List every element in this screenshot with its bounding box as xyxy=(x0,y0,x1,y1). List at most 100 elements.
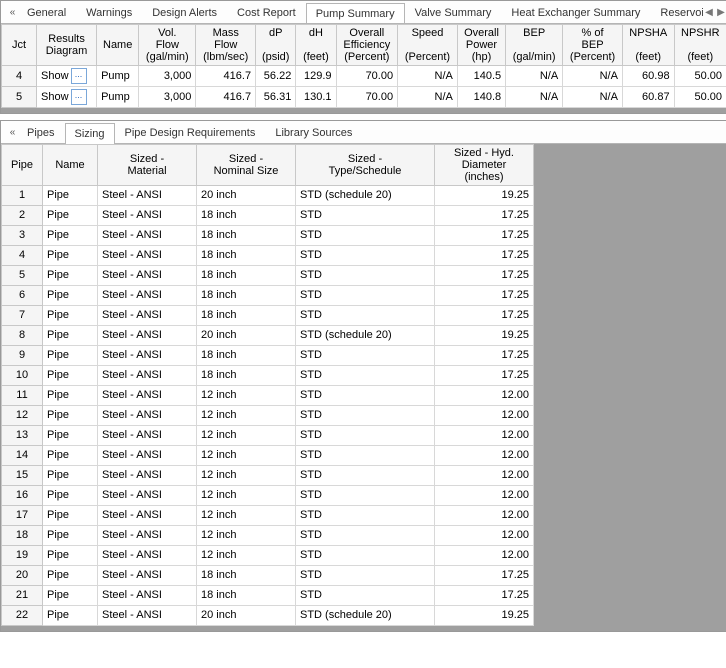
cell-id[interactable]: 21 xyxy=(2,586,43,606)
sizing-row[interactable]: 3PipeSteel - ANSI18 inchSTD17.25 xyxy=(2,226,534,246)
cell-id[interactable]: 19 xyxy=(2,546,43,566)
row-header[interactable]: 4 xyxy=(2,66,37,87)
pump-row[interactable]: 5Show...Pump3,000416.756.31130.170.00N/A… xyxy=(2,87,726,108)
tab-warnings[interactable]: Warnings xyxy=(76,2,142,23)
cell-sch: STD xyxy=(296,466,435,486)
pump-col-header[interactable]: BEP (gal/min) xyxy=(506,25,563,66)
tab-scroll-right-icon[interactable]: ▶ xyxy=(715,7,726,18)
sizing-row[interactable]: 18PipeSteel - ANSI12 inchSTD12.00 xyxy=(2,526,534,546)
sizing-col-header[interactable]: Sized - Nominal Size xyxy=(197,145,296,186)
cell-id[interactable]: 5 xyxy=(2,266,43,286)
tab-library-sources[interactable]: Library Sources xyxy=(265,122,362,143)
cell-id[interactable]: 7 xyxy=(2,306,43,326)
cell-id[interactable]: 3 xyxy=(2,226,43,246)
tab-pipes[interactable]: Pipes xyxy=(17,122,65,143)
cell-mat: Steel - ANSI xyxy=(98,506,197,526)
cell-mat: Steel - ANSI xyxy=(98,326,197,346)
cell-id[interactable]: 22 xyxy=(2,606,43,626)
cell-id[interactable]: 1 xyxy=(2,186,43,206)
cell-id[interactable]: 20 xyxy=(2,566,43,586)
pump-col-header[interactable]: Overall Efficiency (Percent) xyxy=(336,25,398,66)
tab-valve-summary[interactable]: Valve Summary xyxy=(405,2,502,23)
pump-col-header[interactable]: NPSHA (feet) xyxy=(622,25,674,66)
pump-col-header[interactable]: Speed (Percent) xyxy=(398,25,458,66)
cell-id[interactable]: 18 xyxy=(2,526,43,546)
pump-row[interactable]: 4Show...Pump3,000416.756.22129.970.00N/A… xyxy=(2,66,726,87)
sizing-row[interactable]: 14PipeSteel - ANSI12 inchSTD12.00 xyxy=(2,446,534,466)
panel-resize-bar[interactable] xyxy=(1,108,726,113)
sizing-row[interactable]: 15PipeSteel - ANSI12 inchSTD12.00 xyxy=(2,466,534,486)
cell-name: Pipe xyxy=(43,466,98,486)
tab-general[interactable]: General xyxy=(17,2,76,23)
sizing-row[interactable]: 10PipeSteel - ANSI18 inchSTD17.25 xyxy=(2,366,534,386)
cell-id[interactable]: 16 xyxy=(2,486,43,506)
cell-id[interactable]: 12 xyxy=(2,406,43,426)
sizing-col-header[interactable]: Sized - Hyd. Diameter (inches) xyxy=(435,145,534,186)
cell-id[interactable]: 2 xyxy=(2,206,43,226)
tab-design-alerts[interactable]: Design Alerts xyxy=(142,2,227,23)
cell-name: Pump xyxy=(97,66,139,87)
sizing-row[interactable]: 1PipeSteel - ANSI20 inchSTD (schedule 20… xyxy=(2,186,534,206)
pump-col-header[interactable]: Name xyxy=(97,25,139,66)
tab-cost-report[interactable]: Cost Report xyxy=(227,2,306,23)
sizing-row[interactable]: 22PipeSteel - ANSI20 inchSTD (schedule 2… xyxy=(2,606,534,626)
sizing-col-header[interactable]: Sized - Material xyxy=(98,145,197,186)
pump-col-header[interactable]: NPSHR (feet) xyxy=(674,25,726,66)
cell-dp: 56.22 xyxy=(256,66,296,87)
show-label: Show xyxy=(41,90,69,105)
sizing-row[interactable]: 6PipeSteel - ANSI18 inchSTD17.25 xyxy=(2,286,534,306)
sizing-row[interactable]: 9PipeSteel - ANSI18 inchSTD17.25 xyxy=(2,346,534,366)
sizing-col-header[interactable]: Pipe xyxy=(2,145,43,186)
cell-id[interactable]: 15 xyxy=(2,466,43,486)
cell-mat: Steel - ANSI xyxy=(98,186,197,206)
pump-col-header[interactable]: Overall Power (hp) xyxy=(457,25,505,66)
panel-resize-bar[interactable] xyxy=(1,626,726,631)
sizing-row[interactable]: 12PipeSteel - ANSI12 inchSTD12.00 xyxy=(2,406,534,426)
tab-sizing[interactable]: Sizing xyxy=(65,123,115,144)
pump-col-header[interactable]: Mass Flow (lbm/sec) xyxy=(196,25,256,66)
tab-reservoir-sur[interactable]: Reservoir Sur xyxy=(650,2,703,23)
sizing-col-header[interactable]: Sized - Type/Schedule xyxy=(296,145,435,186)
cell-id[interactable]: 9 xyxy=(2,346,43,366)
pump-col-header[interactable]: Vol. Flow (gal/min) xyxy=(139,25,196,66)
cell-id[interactable]: 13 xyxy=(2,426,43,446)
sizing-row[interactable]: 11PipeSteel - ANSI12 inchSTD12.00 xyxy=(2,386,534,406)
tab-pump-summary[interactable]: Pump Summary xyxy=(306,3,405,23)
sizing-row[interactable]: 8PipeSteel - ANSI20 inchSTD (schedule 20… xyxy=(2,326,534,346)
pump-col-header[interactable]: Jct xyxy=(2,25,37,66)
sizing-row[interactable]: 13PipeSteel - ANSI12 inchSTD12.00 xyxy=(2,426,534,446)
row-header[interactable]: 5 xyxy=(2,87,37,108)
collapse-chevron-icon[interactable]: « xyxy=(5,7,17,18)
cell-id[interactable]: 17 xyxy=(2,506,43,526)
pump-col-header[interactable]: dH (feet) xyxy=(296,25,336,66)
sizing-col-header[interactable]: Name xyxy=(43,145,98,186)
cell-id[interactable]: 11 xyxy=(2,386,43,406)
sizing-row[interactable]: 21PipeSteel - ANSI18 inchSTD17.25 xyxy=(2,586,534,606)
sizing-row[interactable]: 2PipeSteel - ANSI18 inchSTD17.25 xyxy=(2,206,534,226)
sizing-row[interactable]: 16PipeSteel - ANSI12 inchSTD12.00 xyxy=(2,486,534,506)
sizing-row[interactable]: 4PipeSteel - ANSI18 inchSTD17.25 xyxy=(2,246,534,266)
tab-heat-exchanger-summary[interactable]: Heat Exchanger Summary xyxy=(501,2,650,23)
tab-scroll-left-icon[interactable]: ◀ xyxy=(703,7,715,18)
cell-speed: N/A xyxy=(398,66,458,87)
cell-id[interactable]: 14 xyxy=(2,446,43,466)
sizing-row[interactable]: 5PipeSteel - ANSI18 inchSTD17.25 xyxy=(2,266,534,286)
collapse-chevron-icon[interactable]: « xyxy=(5,127,17,138)
cell-id[interactable]: 6 xyxy=(2,286,43,306)
cell-id[interactable]: 4 xyxy=(2,246,43,266)
cell-id[interactable]: 10 xyxy=(2,366,43,386)
tab-pipe-design-requirements[interactable]: Pipe Design Requirements xyxy=(115,122,266,143)
pump-col-header[interactable]: dP (psid) xyxy=(256,25,296,66)
sizing-row[interactable]: 19PipeSteel - ANSI12 inchSTD12.00 xyxy=(2,546,534,566)
sizing-row[interactable]: 20PipeSteel - ANSI18 inchSTD17.25 xyxy=(2,566,534,586)
pump-col-header[interactable]: Results Diagram xyxy=(37,25,97,66)
pump-col-header[interactable]: % of BEP (Percent) xyxy=(563,25,623,66)
show-diagram-button[interactable]: ... xyxy=(71,89,87,105)
cell-sch: STD xyxy=(296,486,435,506)
show-diagram-button[interactable]: ... xyxy=(71,68,87,84)
cell-dia: 17.25 xyxy=(435,566,534,586)
sizing-row[interactable]: 17PipeSteel - ANSI12 inchSTD12.00 xyxy=(2,506,534,526)
cell-id[interactable]: 8 xyxy=(2,326,43,346)
sizing-row[interactable]: 7PipeSteel - ANSI18 inchSTD17.25 xyxy=(2,306,534,326)
cell-sch: STD xyxy=(296,266,435,286)
